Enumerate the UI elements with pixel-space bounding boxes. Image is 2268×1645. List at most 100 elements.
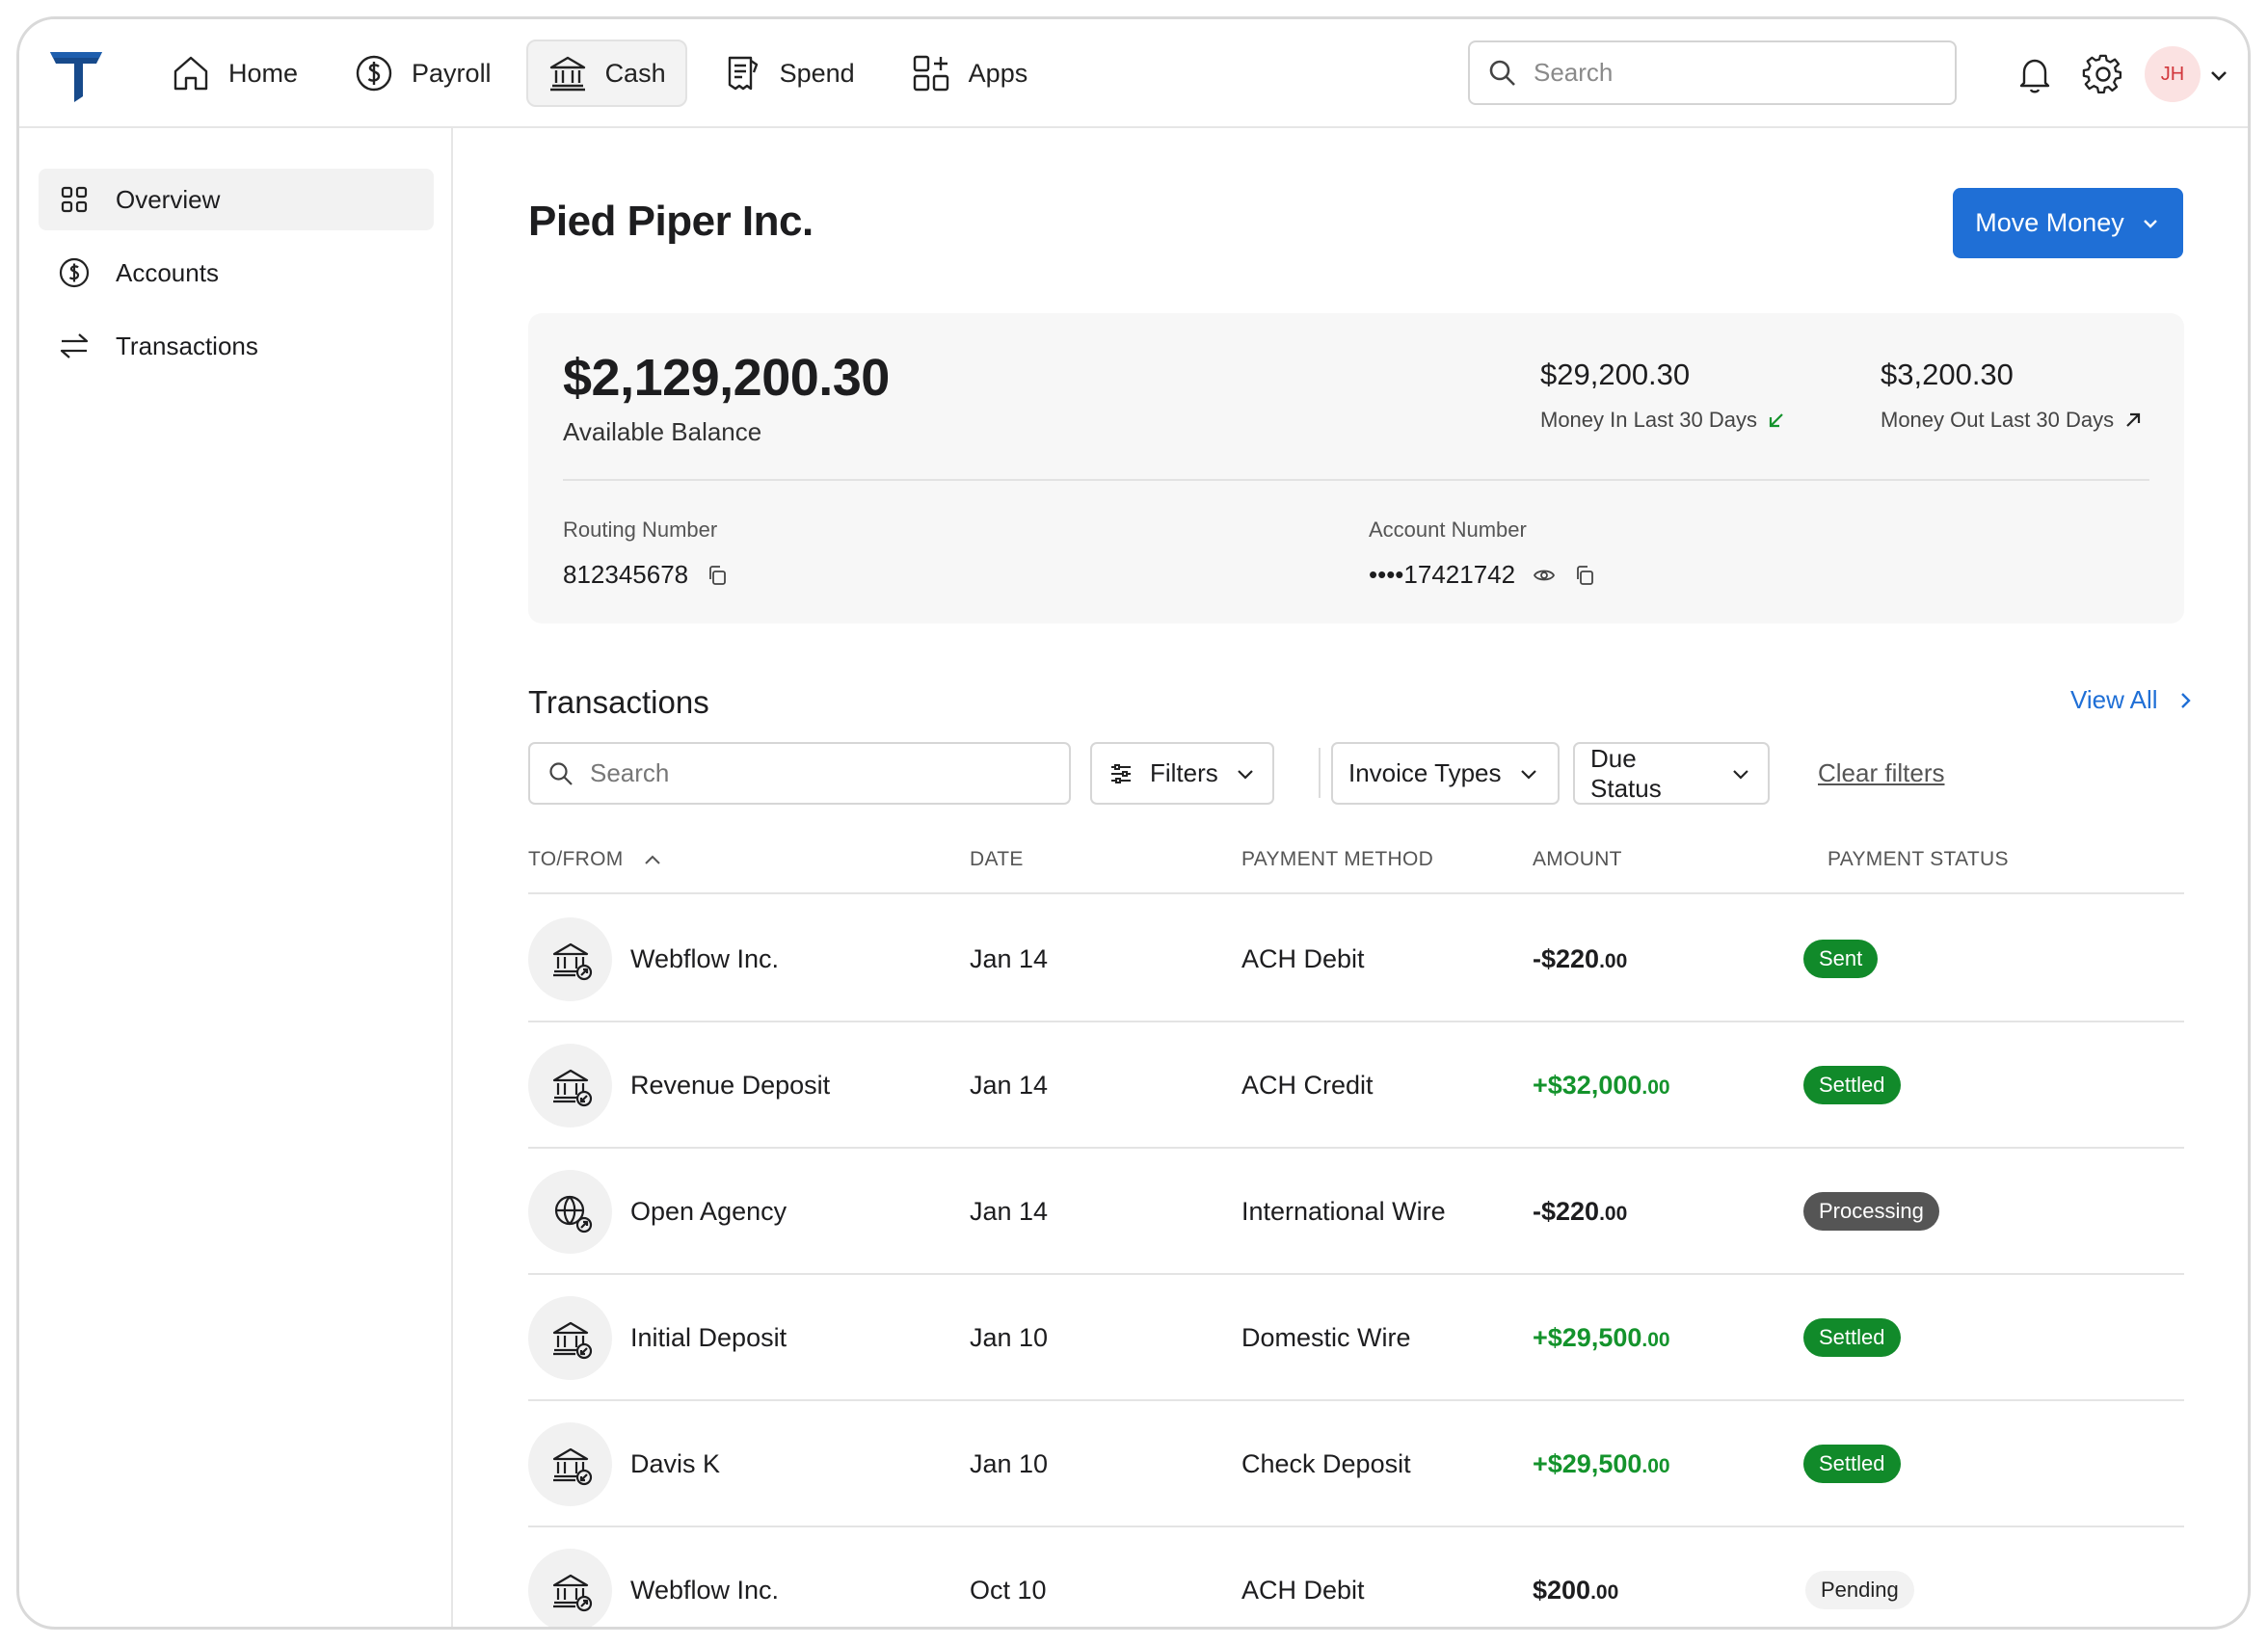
copy-icon[interactable] bbox=[1573, 564, 1596, 587]
grid-icon bbox=[61, 186, 88, 213]
nav-spend[interactable]: Spend bbox=[701, 40, 876, 107]
counterparty-name: Webflow Inc. bbox=[630, 944, 780, 973]
transaction-date: Oct 10 bbox=[970, 1576, 1047, 1605]
global-search-input[interactable] bbox=[1534, 58, 1919, 88]
table-row[interactable]: Initial Deposit Jan 10 Domestic Wire +$29,5… bbox=[528, 1275, 2184, 1401]
transaction-type-avatar bbox=[528, 1044, 612, 1128]
transaction-type-avatar bbox=[528, 1296, 612, 1380]
counterparty-name: Revenue Deposit bbox=[630, 1071, 831, 1100]
nav-spend-label: Spend bbox=[779, 58, 855, 88]
column-header-to-from[interactable]: TO/FROM bbox=[528, 848, 664, 871]
sort-up-icon bbox=[644, 855, 660, 864]
column-header-payment-status[interactable]: PAYMENT STATUS bbox=[1828, 848, 2009, 871]
table-row[interactable]: Open Agency Jan 14 International Wire -$220… bbox=[528, 1149, 2184, 1275]
nav-home[interactable]: Home bbox=[149, 40, 319, 107]
transaction-type-avatar bbox=[528, 1422, 612, 1506]
amount-cents: .00 bbox=[1599, 1203, 1628, 1225]
sidebar-item-label: Overview bbox=[116, 184, 221, 214]
column-header-payment-method[interactable]: PAYMENT METHOD bbox=[1241, 848, 1433, 871]
status-badge: Settled bbox=[1803, 1066, 1901, 1104]
chevron-down-icon bbox=[1520, 769, 1536, 780]
filter-separator bbox=[1319, 748, 1321, 798]
sidebar-item-overview[interactable]: Overview bbox=[39, 169, 434, 230]
routing-number-label: Routing Number bbox=[563, 517, 718, 542]
gear-icon[interactable] bbox=[2082, 53, 2124, 95]
clear-filters-link[interactable]: Clear filters bbox=[1818, 758, 1944, 788]
copy-icon[interactable] bbox=[706, 564, 729, 587]
transaction-type-avatar bbox=[528, 1549, 612, 1627]
transaction-type-avatar bbox=[528, 1170, 612, 1254]
amount-cents: .00 bbox=[1641, 1329, 1670, 1351]
available-balance-amount: $2,129,200.30 bbox=[563, 349, 890, 407]
status-badge: Settled bbox=[1803, 1445, 1901, 1483]
table-row[interactable]: Davis K Jan 10 Check Deposit +$29,500.00 Set… bbox=[528, 1401, 2184, 1527]
transaction-date: Jan 14 bbox=[970, 1071, 1049, 1100]
user-avatar[interactable]: JH bbox=[2145, 46, 2201, 102]
money-in-amount: $29,200.30 bbox=[1540, 358, 1691, 391]
table-row[interactable]: Revenue Deposit Jan 14 ACH Credit +$32,000.… bbox=[528, 1022, 2184, 1149]
sidebar-item-label: Accounts bbox=[116, 257, 219, 287]
transaction-date: Jan 14 bbox=[970, 1197, 1049, 1226]
arrows-icon bbox=[60, 333, 89, 358]
column-header-amount[interactable]: AMOUNT bbox=[1533, 848, 1622, 871]
nav-apps[interactable]: Apps bbox=[890, 40, 1050, 107]
chevron-down-icon[interactable] bbox=[2207, 64, 2230, 87]
brand-logo[interactable] bbox=[48, 48, 106, 102]
available-balance-label: Available Balance bbox=[563, 417, 762, 446]
routing-number-row: 812345678 bbox=[563, 560, 729, 590]
payment-method: International Wire bbox=[1241, 1197, 1446, 1226]
counterparty-name: Davis K bbox=[630, 1449, 721, 1478]
app-window: Home Payroll Cash Spend Apps Search JH O… bbox=[16, 16, 2251, 1630]
transaction-date: Jan 10 bbox=[970, 1323, 1049, 1352]
filters-dropdown[interactable]: Filters bbox=[1090, 742, 1274, 805]
sidebar-item-accounts[interactable]: Accounts bbox=[39, 242, 434, 304]
amount-cents: .00 bbox=[1641, 1076, 1670, 1099]
chevron-down-icon bbox=[1238, 769, 1253, 780]
apps-grid-icon bbox=[913, 55, 948, 92]
nav-payroll[interactable]: Payroll bbox=[333, 40, 513, 107]
amount-main: +$29,500 bbox=[1533, 1323, 1642, 1352]
receipt-icon bbox=[728, 56, 758, 91]
transaction-amount: -$220.00 bbox=[1533, 944, 1627, 974]
page-title: Pied Piper Inc. bbox=[528, 198, 814, 245]
amount-main: -$220 bbox=[1533, 944, 1600, 973]
table-row[interactable]: Webflow Inc. Oct 10 ACH Debit $200.00 Pendin… bbox=[528, 1527, 2184, 1627]
transactions-title: Transactions bbox=[528, 684, 709, 720]
dollar-circle-icon bbox=[356, 55, 392, 92]
money-in-stat: $29,200.30 Money In Last 30 Days bbox=[1540, 358, 1786, 433]
bell-icon[interactable] bbox=[2015, 54, 2055, 94]
sidebar-item-label: Transactions bbox=[116, 331, 258, 360]
sliders-icon bbox=[1111, 763, 1131, 783]
transaction-date: Jan 14 bbox=[970, 944, 1049, 973]
view-all-link[interactable]: View All bbox=[2070, 685, 2195, 715]
transactions-search-input[interactable] bbox=[590, 758, 1043, 788]
move-money-button[interactable]: Move Money bbox=[1953, 188, 2183, 258]
amount-cents: .00 bbox=[1599, 950, 1628, 972]
avatar-initials: JH bbox=[2160, 63, 2185, 85]
status-badge: Sent bbox=[1803, 940, 1879, 978]
transactions-search[interactable] bbox=[528, 742, 1071, 805]
money-out-label: Money Out Last 30 Days bbox=[1881, 408, 2115, 432]
bank-out-icon bbox=[552, 942, 592, 980]
money-out-stat: $3,200.30 Money Out Last 30 Days bbox=[1881, 358, 2143, 433]
transaction-amount: -$220.00 bbox=[1533, 1197, 1627, 1227]
global-search[interactable] bbox=[1468, 40, 1957, 105]
amount-cents: .00 bbox=[1590, 1581, 1619, 1604]
dollar-circle-icon bbox=[59, 257, 90, 288]
amount-cents: .00 bbox=[1641, 1455, 1670, 1477]
counterparty-name: Webflow Inc. bbox=[630, 1576, 780, 1605]
column-header-date[interactable]: DATE bbox=[970, 848, 1024, 871]
chevron-right-icon bbox=[2180, 692, 2191, 708]
nav-cash[interactable]: Cash bbox=[525, 40, 687, 107]
due-status-dropdown[interactable]: Due Status bbox=[1573, 742, 1770, 805]
sidebar-item-transactions[interactable]: Transactions bbox=[39, 315, 434, 377]
invoice-types-dropdown[interactable]: Invoice Types bbox=[1331, 742, 1560, 805]
search-icon bbox=[1489, 60, 1515, 86]
nav-apps-label: Apps bbox=[968, 58, 1028, 88]
table-row[interactable]: Webflow Inc. Jan 14 ACH Debit -$220.00 Sent bbox=[528, 896, 2184, 1022]
table-header-divider bbox=[528, 892, 2184, 894]
money-in-label-row: Money In Last 30 Days bbox=[1540, 408, 1786, 433]
payment-method: ACH Debit bbox=[1241, 944, 1365, 973]
eye-icon[interactable] bbox=[1533, 564, 1556, 587]
view-all-label: View All bbox=[2070, 685, 2158, 714]
